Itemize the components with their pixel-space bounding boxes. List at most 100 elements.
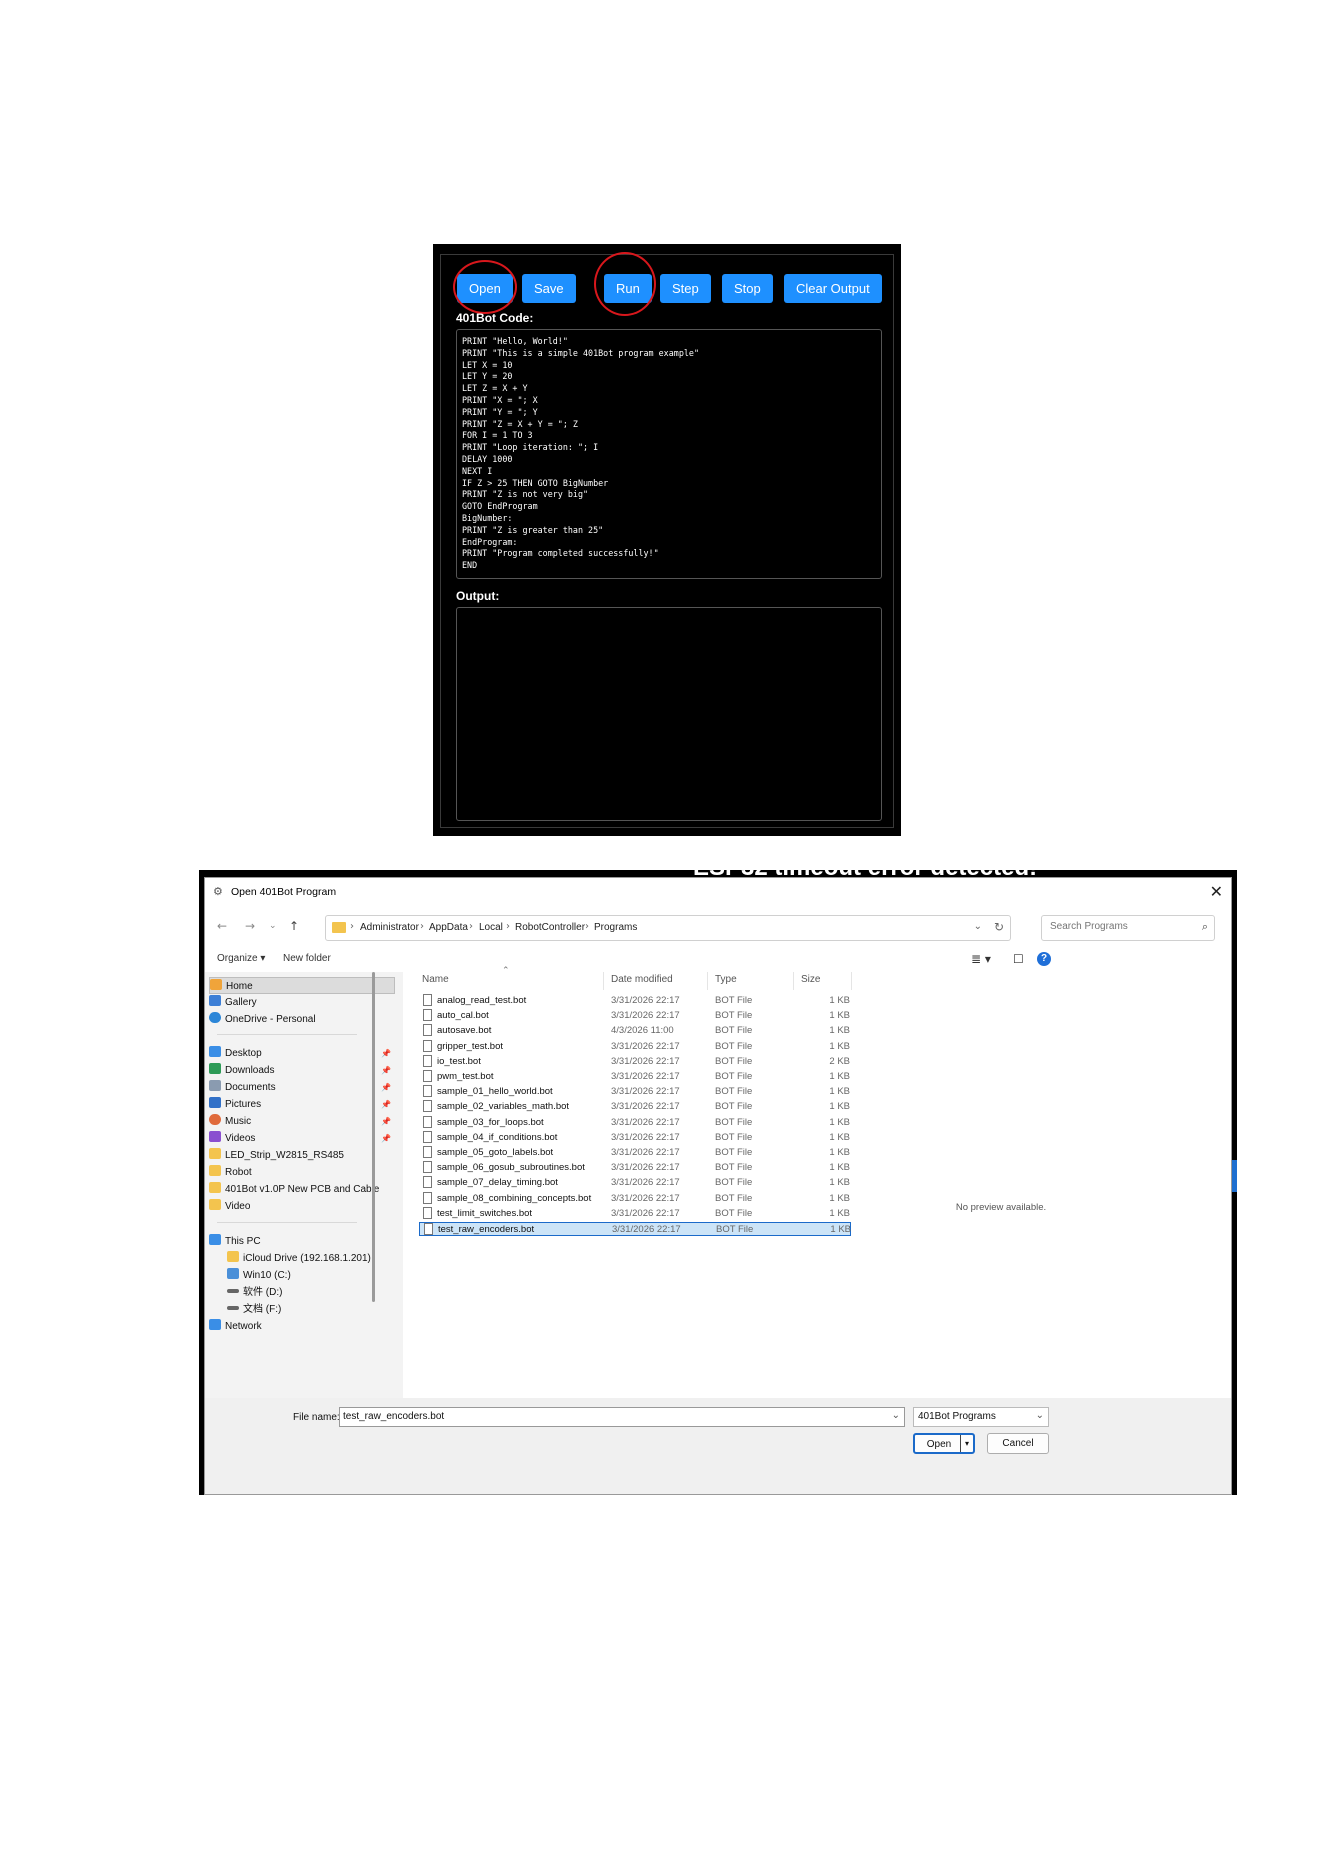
nav-item-network[interactable]: Network	[209, 1318, 395, 1335]
nav-item-label: Pictures	[225, 1099, 262, 1110]
chevron-down-icon[interactable]: ⌄	[892, 1410, 900, 1421]
drive-icon	[227, 1289, 239, 1293]
pin-icon: 📌	[381, 1066, 391, 1075]
file-date: 3/31/2026 22:17	[611, 1086, 680, 1098]
videos-icon	[209, 1131, 221, 1142]
step-button[interactable]: Step	[660, 274, 711, 303]
nav-item-label: Downloads	[225, 1065, 275, 1076]
file-row[interactable]: pwm_test.bot 3/31/2026 22:17 BOT File 1 KB	[419, 1070, 851, 1084]
download-icon	[209, 1063, 221, 1074]
nav-item-pictures[interactable]: Pictures 📌	[209, 1096, 395, 1113]
nav-item-drive-f[interactable]: 文档 (F:)	[227, 1301, 395, 1318]
run-button[interactable]: Run	[604, 274, 652, 303]
file-row[interactable]: test_raw_encoders.bot 3/31/2026 22:17 BOT …	[419, 1222, 851, 1236]
file-size: 1 KB	[829, 1131, 850, 1143]
file-type-select[interactable]: 401Bot Programs ⌄	[913, 1407, 1049, 1427]
file-size: 1 KB	[829, 1025, 850, 1037]
file-row[interactable]: sample_02_variables_math.bot 3/31/2026 22…	[419, 1100, 851, 1114]
view-options-icon[interactable]: ≣ ▾	[971, 952, 991, 966]
breadcrumb-appdata[interactable]: AppData	[429, 922, 468, 933]
file-row[interactable]: sample_03_for_loops.bot 3/31/2026 22:17 BO…	[419, 1115, 851, 1130]
new-folder-button[interactable]: New folder	[283, 953, 331, 964]
address-bar[interactable]: › Administrator › AppData › Local › Robo…	[325, 915, 1011, 941]
chevron-down-icon[interactable]: ⌄	[974, 921, 982, 932]
close-icon[interactable]: ✕	[1210, 882, 1223, 901]
nav-item-401bot-pcb[interactable]: 401Bot v1.0P New PCB and Cable	[209, 1181, 395, 1198]
nav-item-music[interactable]: Music 📌	[209, 1113, 395, 1130]
chevron-down-icon[interactable]: ⌄	[1036, 1410, 1044, 1421]
nav-item-drive-d[interactable]: 软件 (D:)	[227, 1284, 395, 1301]
nav-scrollbar[interactable]	[372, 972, 375, 1302]
forward-arrow-icon[interactable]: →	[245, 919, 255, 933]
file-row[interactable]: auto_cal.bot 3/31/2026 22:17 BOT File 1 KB	[419, 1009, 851, 1023]
dialog-open-button[interactable]: Open ▾	[913, 1433, 975, 1454]
file-name-input[interactable]: test_raw_encoders.bot ⌄	[339, 1407, 905, 1427]
file-size: 1 KB	[829, 1116, 850, 1128]
column-header-size[interactable]: Size	[801, 974, 820, 985]
nav-item-videos[interactable]: Videos 📌	[209, 1130, 395, 1147]
file-row[interactable]: sample_01_hello_world.bot 3/31/2026 22:17…	[419, 1085, 851, 1099]
refresh-icon[interactable]: ↻	[994, 920, 1004, 934]
file-icon	[423, 1085, 432, 1098]
save-button[interactable]: Save	[522, 274, 576, 303]
file-date: 3/31/2026 22:17	[611, 1071, 680, 1082]
file-date: 3/31/2026 22:17	[611, 1192, 680, 1204]
preview-message: No preview available.	[955, 1202, 1047, 1213]
file-row[interactable]: sample_04_if_conditions.bot 3/31/2026 22:…	[419, 1130, 851, 1145]
breadcrumb-local[interactable]: Local	[479, 922, 503, 933]
file-row[interactable]: gripper_test.bot 3/31/2026 22:17 BOT File 1…	[419, 1039, 851, 1054]
file-row[interactable]: autosave.bot 4/3/2026 11:00 BOT File 1 KB	[419, 1024, 851, 1038]
nav-item-video[interactable]: Video	[209, 1198, 395, 1215]
stop-button[interactable]: Stop	[722, 274, 773, 303]
file-date: 3/31/2026 22:17	[611, 1162, 680, 1174]
navigation-pane: Home Gallery OneDrive - Personal Desktop…	[205, 972, 403, 1398]
file-size: 1 KB	[829, 1192, 850, 1204]
nav-item-led-strip[interactable]: LED_Strip_W2815_RS485	[209, 1147, 395, 1164]
file-icon	[423, 1146, 432, 1158]
open-button[interactable]: Open	[457, 274, 513, 303]
column-header-type[interactable]: Type	[715, 974, 737, 985]
nav-item-onedrive[interactable]: OneDrive - Personal	[209, 1011, 395, 1028]
nav-item-home[interactable]: Home	[209, 977, 395, 994]
nav-item-gallery[interactable]: Gallery	[209, 994, 395, 1011]
breadcrumb-robotcontroller[interactable]: RobotController	[515, 922, 585, 933]
file-date: 3/31/2026 22:17	[611, 1207, 680, 1219]
back-arrow-icon[interactable]: ←	[217, 919, 227, 933]
open-split-dropdown-icon[interactable]: ▾	[960, 1435, 973, 1452]
nav-item-downloads[interactable]: Downloads 📌	[209, 1062, 395, 1079]
pin-icon: 📌	[381, 1117, 391, 1126]
file-row[interactable]: analog_read_test.bot 3/31/2026 22:17 BOT F…	[419, 994, 851, 1008]
column-header-name[interactable]: Name	[422, 974, 449, 985]
organize-menu[interactable]: Organize ▾	[217, 953, 265, 964]
file-icon	[423, 1100, 432, 1113]
breadcrumb-administrator[interactable]: Administrator	[360, 922, 419, 933]
search-input[interactable]	[1048, 920, 1192, 933]
help-icon[interactable]: ?	[1037, 952, 1051, 966]
recent-chevron-icon[interactable]: ⌄	[269, 921, 277, 931]
file-row[interactable]: sample_05_goto_labels.bot 3/31/2026 22:17…	[419, 1146, 851, 1160]
file-name: sample_02_variables_math.bot	[437, 1101, 570, 1113]
clear-output-button[interactable]: Clear Output	[784, 274, 882, 303]
file-type: BOT File	[715, 1055, 753, 1067]
column-header-date[interactable]: Date modified	[611, 974, 673, 985]
file-date: 3/31/2026 22:17	[611, 1101, 680, 1113]
file-row[interactable]: sample_08_combining_concepts.bot 3/31/202…	[419, 1191, 851, 1206]
file-row[interactable]: test_limit_switches.bot 3/31/2026 22:17 BO…	[419, 1206, 851, 1221]
file-row[interactable]: io_test.bot 3/31/2026 22:17 BOT File 2 KB	[419, 1054, 851, 1069]
nav-item-robot[interactable]: Robot	[209, 1164, 395, 1181]
code-editor[interactable]: PRINT "Hello, World!" PRINT "This is a si…	[456, 329, 882, 579]
crumb-separator: ›	[506, 921, 510, 932]
file-type: BOT File	[715, 1177, 753, 1189]
dialog-cancel-button[interactable]: Cancel	[987, 1433, 1049, 1454]
search-box[interactable]: ⌕	[1041, 915, 1215, 941]
nav-item-desktop[interactable]: Desktop 📌	[209, 1045, 395, 1062]
preview-pane-icon[interactable]: ☐	[1013, 952, 1024, 966]
file-row[interactable]: sample_06_gosub_subroutines.bot 3/31/2026…	[419, 1161, 851, 1175]
breadcrumb-programs[interactable]: Programs	[594, 922, 637, 933]
up-arrow-icon[interactable]: ↑	[289, 919, 299, 933]
nav-item-documents[interactable]: Documents 📌	[209, 1079, 395, 1096]
file-row[interactable]: sample_07_delay_timing.bot 3/31/2026 22:1…	[419, 1176, 851, 1190]
nav-item-icloud[interactable]: iCloud Drive (192.168.1.201)	[227, 1250, 395, 1267]
nav-item-drive-c[interactable]: Win10 (C:)	[227, 1267, 395, 1284]
nav-item-this-pc[interactable]: This PC	[209, 1233, 395, 1250]
